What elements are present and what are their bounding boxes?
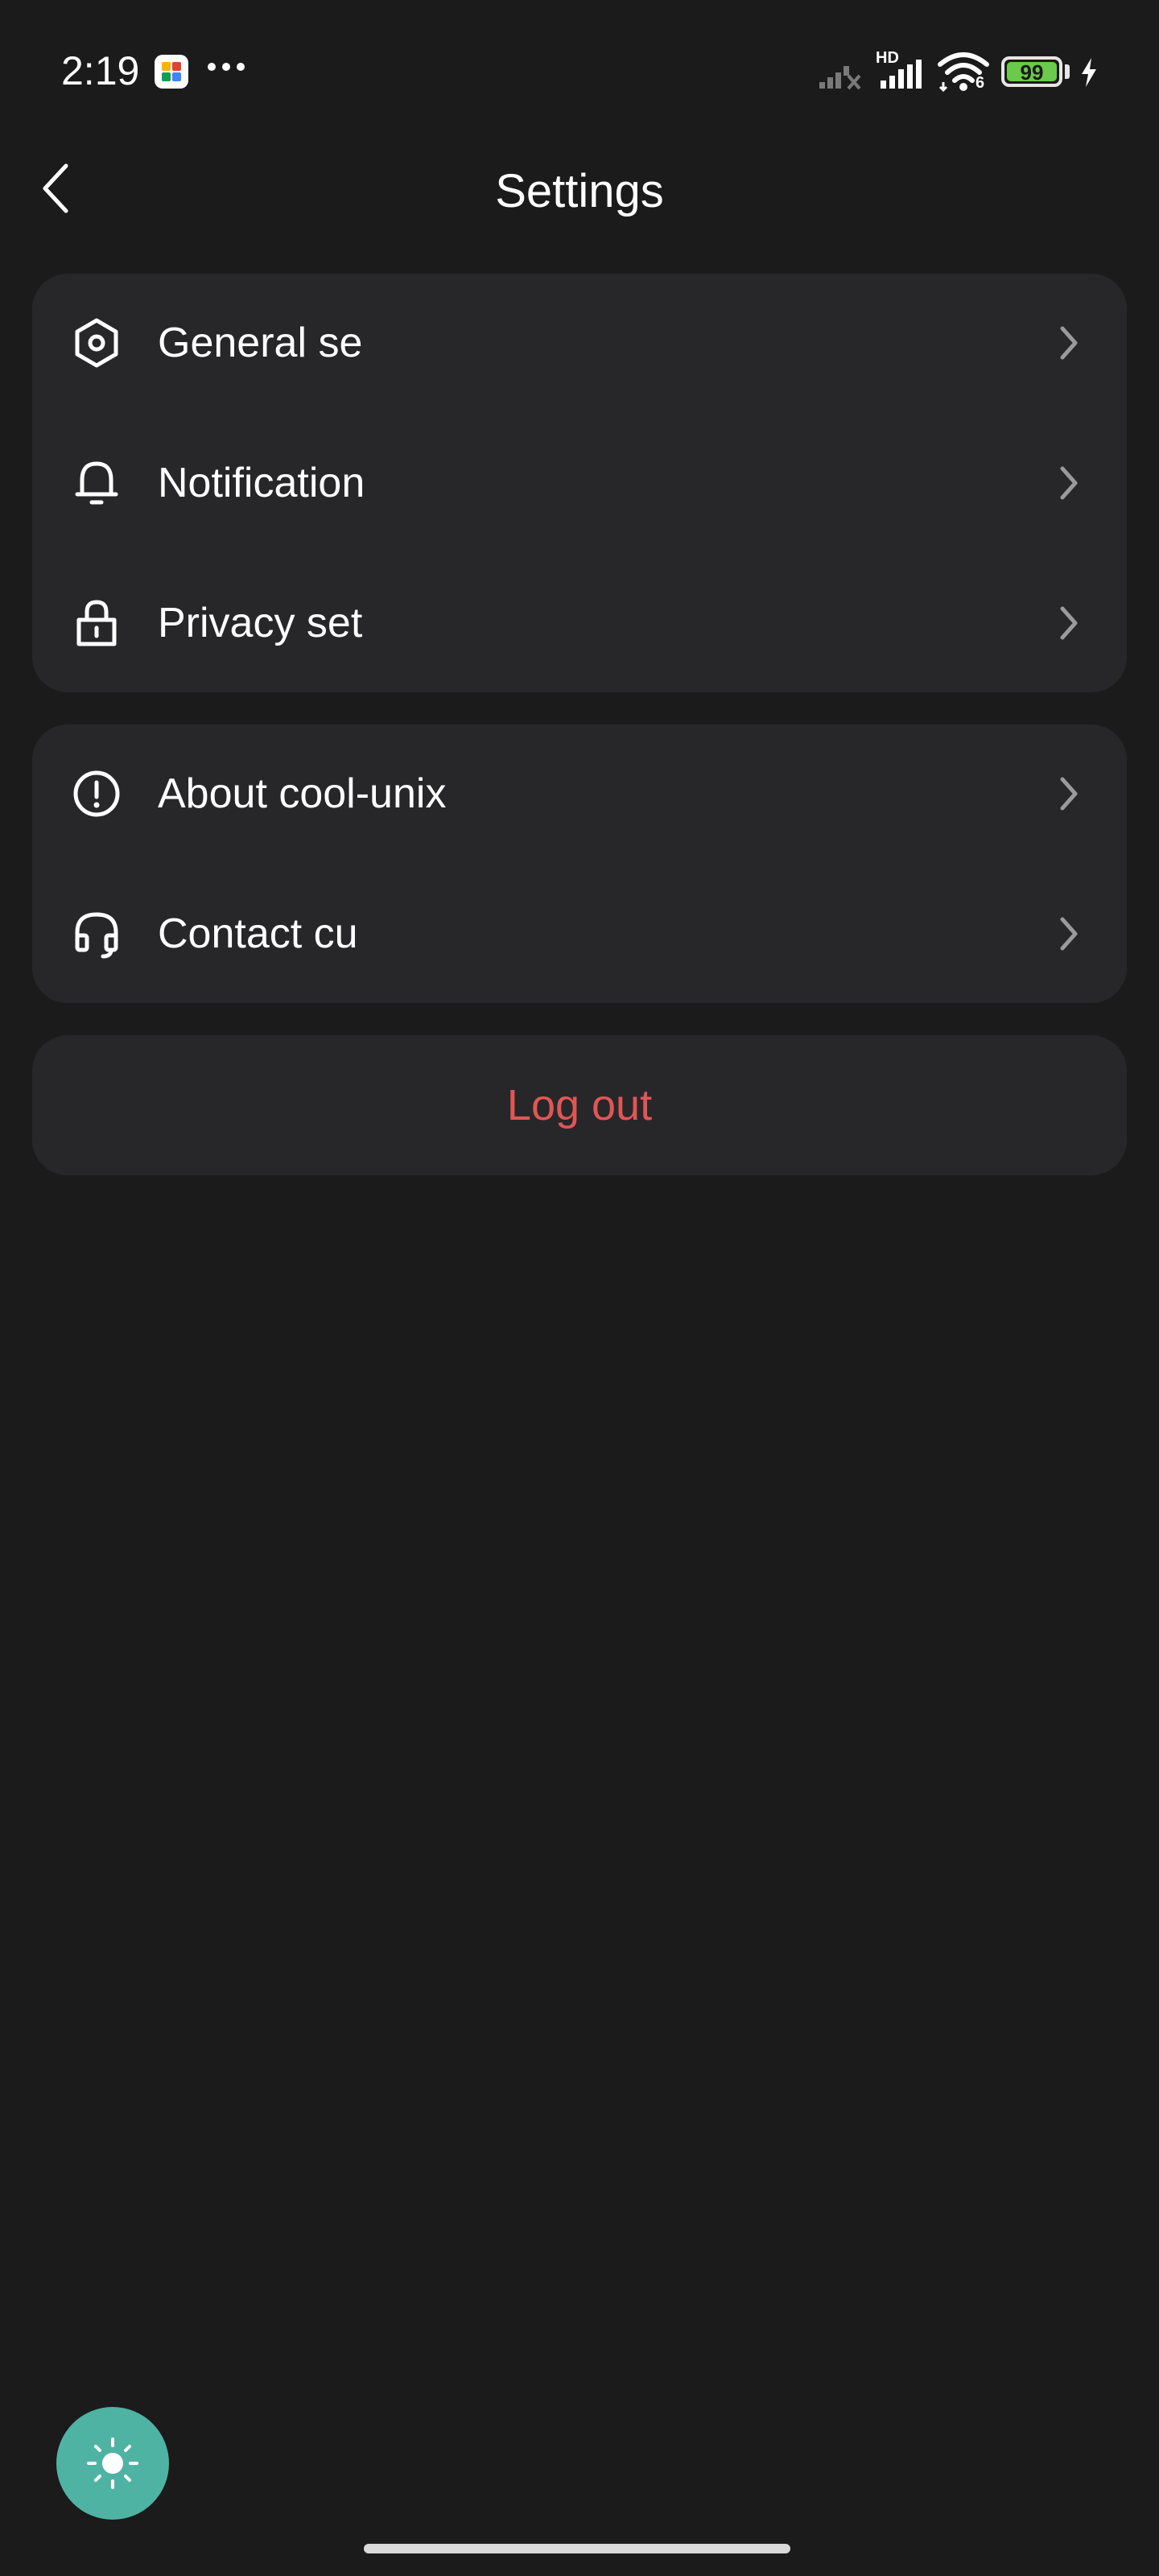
chevron-right-icon [1060, 606, 1078, 640]
info-alert-icon [73, 770, 120, 817]
menu-label: About cool-unix [158, 770, 447, 817]
more-dots-icon [208, 63, 245, 71]
logout-button[interactable]: Log out [32, 1035, 1127, 1175]
battery-tip [1065, 64, 1070, 79]
status-time: 2:19 [61, 48, 140, 93]
menu-item-about[interactable]: About cool-unix [32, 724, 1127, 863]
logout-card: Log out [32, 1035, 1127, 1175]
theme-toggle-button[interactable] [56, 2407, 169, 2520]
battery-level: 99 [1020, 60, 1044, 85]
menu-item-privacy-settings[interactable]: Privacy set [32, 554, 1127, 692]
headset-icon [75, 912, 118, 959]
menu-item-notification[interactable]: Notification [32, 414, 1127, 552]
settings-group-primary: General se Notification Privacy set [32, 274, 1127, 692]
chevron-right-icon [1060, 466, 1078, 500]
chevron-right-icon [1060, 917, 1078, 951]
home-indicator[interactable] [364, 2544, 790, 2553]
battery-icon: 99 [1001, 56, 1062, 87]
wifi-badge: 6 [975, 74, 985, 92]
sun-icon [87, 2438, 138, 2489]
lock-icon [76, 600, 117, 646]
wifi-icon: 6 [937, 50, 990, 93]
page-title: Settings [495, 165, 664, 217]
menu-label: General se [158, 320, 363, 366]
settings-hex-icon [75, 318, 118, 368]
menu-item-general-settings[interactable]: General se [32, 274, 1127, 412]
status-bar: 2:19 HD 6 99 [0, 0, 1159, 142]
menu-label: Privacy set [158, 600, 363, 646]
chevron-right-icon [1060, 777, 1078, 811]
charging-icon [1082, 58, 1096, 87]
app-launcher-icon [155, 55, 188, 89]
signal-icon: HD [876, 50, 927, 90]
chevron-right-icon [1060, 326, 1078, 360]
bell-icon [75, 461, 118, 505]
settings-group-secondary: About cool-unix Contact cu [32, 724, 1127, 1003]
menu-label: Contact cu [158, 910, 358, 957]
menu-label: Notification [158, 460, 365, 506]
menu-item-contact[interactable]: Contact cu [32, 865, 1127, 1003]
signal-off-icon [819, 66, 861, 90]
